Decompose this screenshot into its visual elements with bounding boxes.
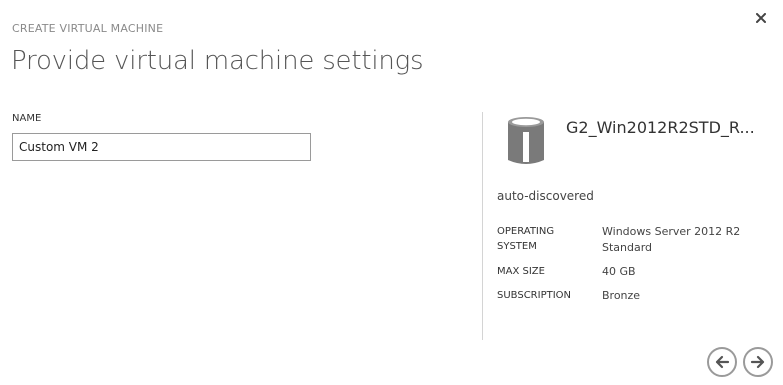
image-name: G2_Win2012R2STD_R... <box>566 118 755 137</box>
next-button[interactable] <box>743 347 773 377</box>
os-key-line1: OPERATING <box>497 226 555 237</box>
subscription-key: SUBSCRIPTION <box>497 290 572 301</box>
max-size-value: 40 GB <box>602 265 636 278</box>
close-icon <box>756 13 766 23</box>
arrow-right-icon <box>750 355 765 369</box>
name-input[interactable] <box>12 133 311 161</box>
os-value-line1: Windows Server 2012 R2 <box>602 225 741 238</box>
os-value: Windows Server 2012 R2 Standard <box>602 224 772 256</box>
dialog-eyebrow: CREATE VIRTUAL MACHINE <box>12 22 164 35</box>
disk-icon <box>508 117 544 164</box>
arrow-left-icon <box>715 355 730 369</box>
back-button[interactable] <box>707 347 737 377</box>
os-value-line2: Standard <box>602 241 653 254</box>
os-key: OPERATING SYSTEM <box>497 224 587 254</box>
subscription-value: Bronze <box>602 289 641 302</box>
name-label: NAME <box>12 113 42 124</box>
os-key-line2: SYSTEM <box>497 241 537 252</box>
max-size-key: MAX SIZE <box>497 266 545 277</box>
close-button[interactable] <box>753 10 769 26</box>
page-title: Provide virtual machine settings <box>11 46 424 76</box>
panel-divider <box>482 112 483 340</box>
image-source: auto-discovered <box>497 189 594 203</box>
